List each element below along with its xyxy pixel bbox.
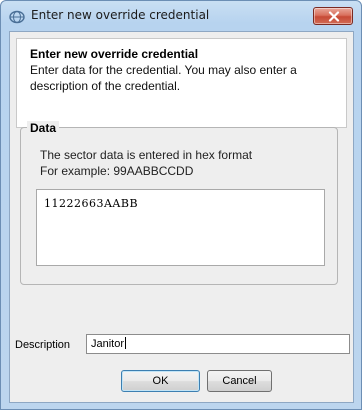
- hex-format-hint: The sector data is entered in hex format: [40, 148, 253, 162]
- dialog-window: Enter new override credential Enter new …: [0, 0, 362, 410]
- window-title: Enter new override credential: [31, 8, 210, 22]
- header-title: Enter new override credential: [30, 47, 199, 61]
- hex-example-hint: For example: 99AABBCCDD: [40, 164, 194, 178]
- title-bar[interactable]: Enter new override credential: [1, 1, 361, 31]
- close-icon: [328, 11, 340, 22]
- text-caret: [125, 337, 127, 349]
- description-label: Description: [15, 339, 71, 351]
- cancel-button[interactable]: Cancel: [207, 370, 272, 392]
- data-group-label: Data: [27, 121, 60, 135]
- sector-data-textarea[interactable]: 11222663AABB: [36, 189, 325, 266]
- description-input[interactable]: Janitor: [86, 334, 350, 354]
- description-value: Janitor: [91, 338, 125, 350]
- header-panel: Enter new override credential Enter data…: [16, 38, 347, 128]
- header-description: Enter data for the credential. You may a…: [30, 63, 297, 93]
- close-button[interactable]: [313, 7, 353, 25]
- ok-button[interactable]: OK: [121, 370, 200, 392]
- globe-key-icon: [9, 9, 25, 24]
